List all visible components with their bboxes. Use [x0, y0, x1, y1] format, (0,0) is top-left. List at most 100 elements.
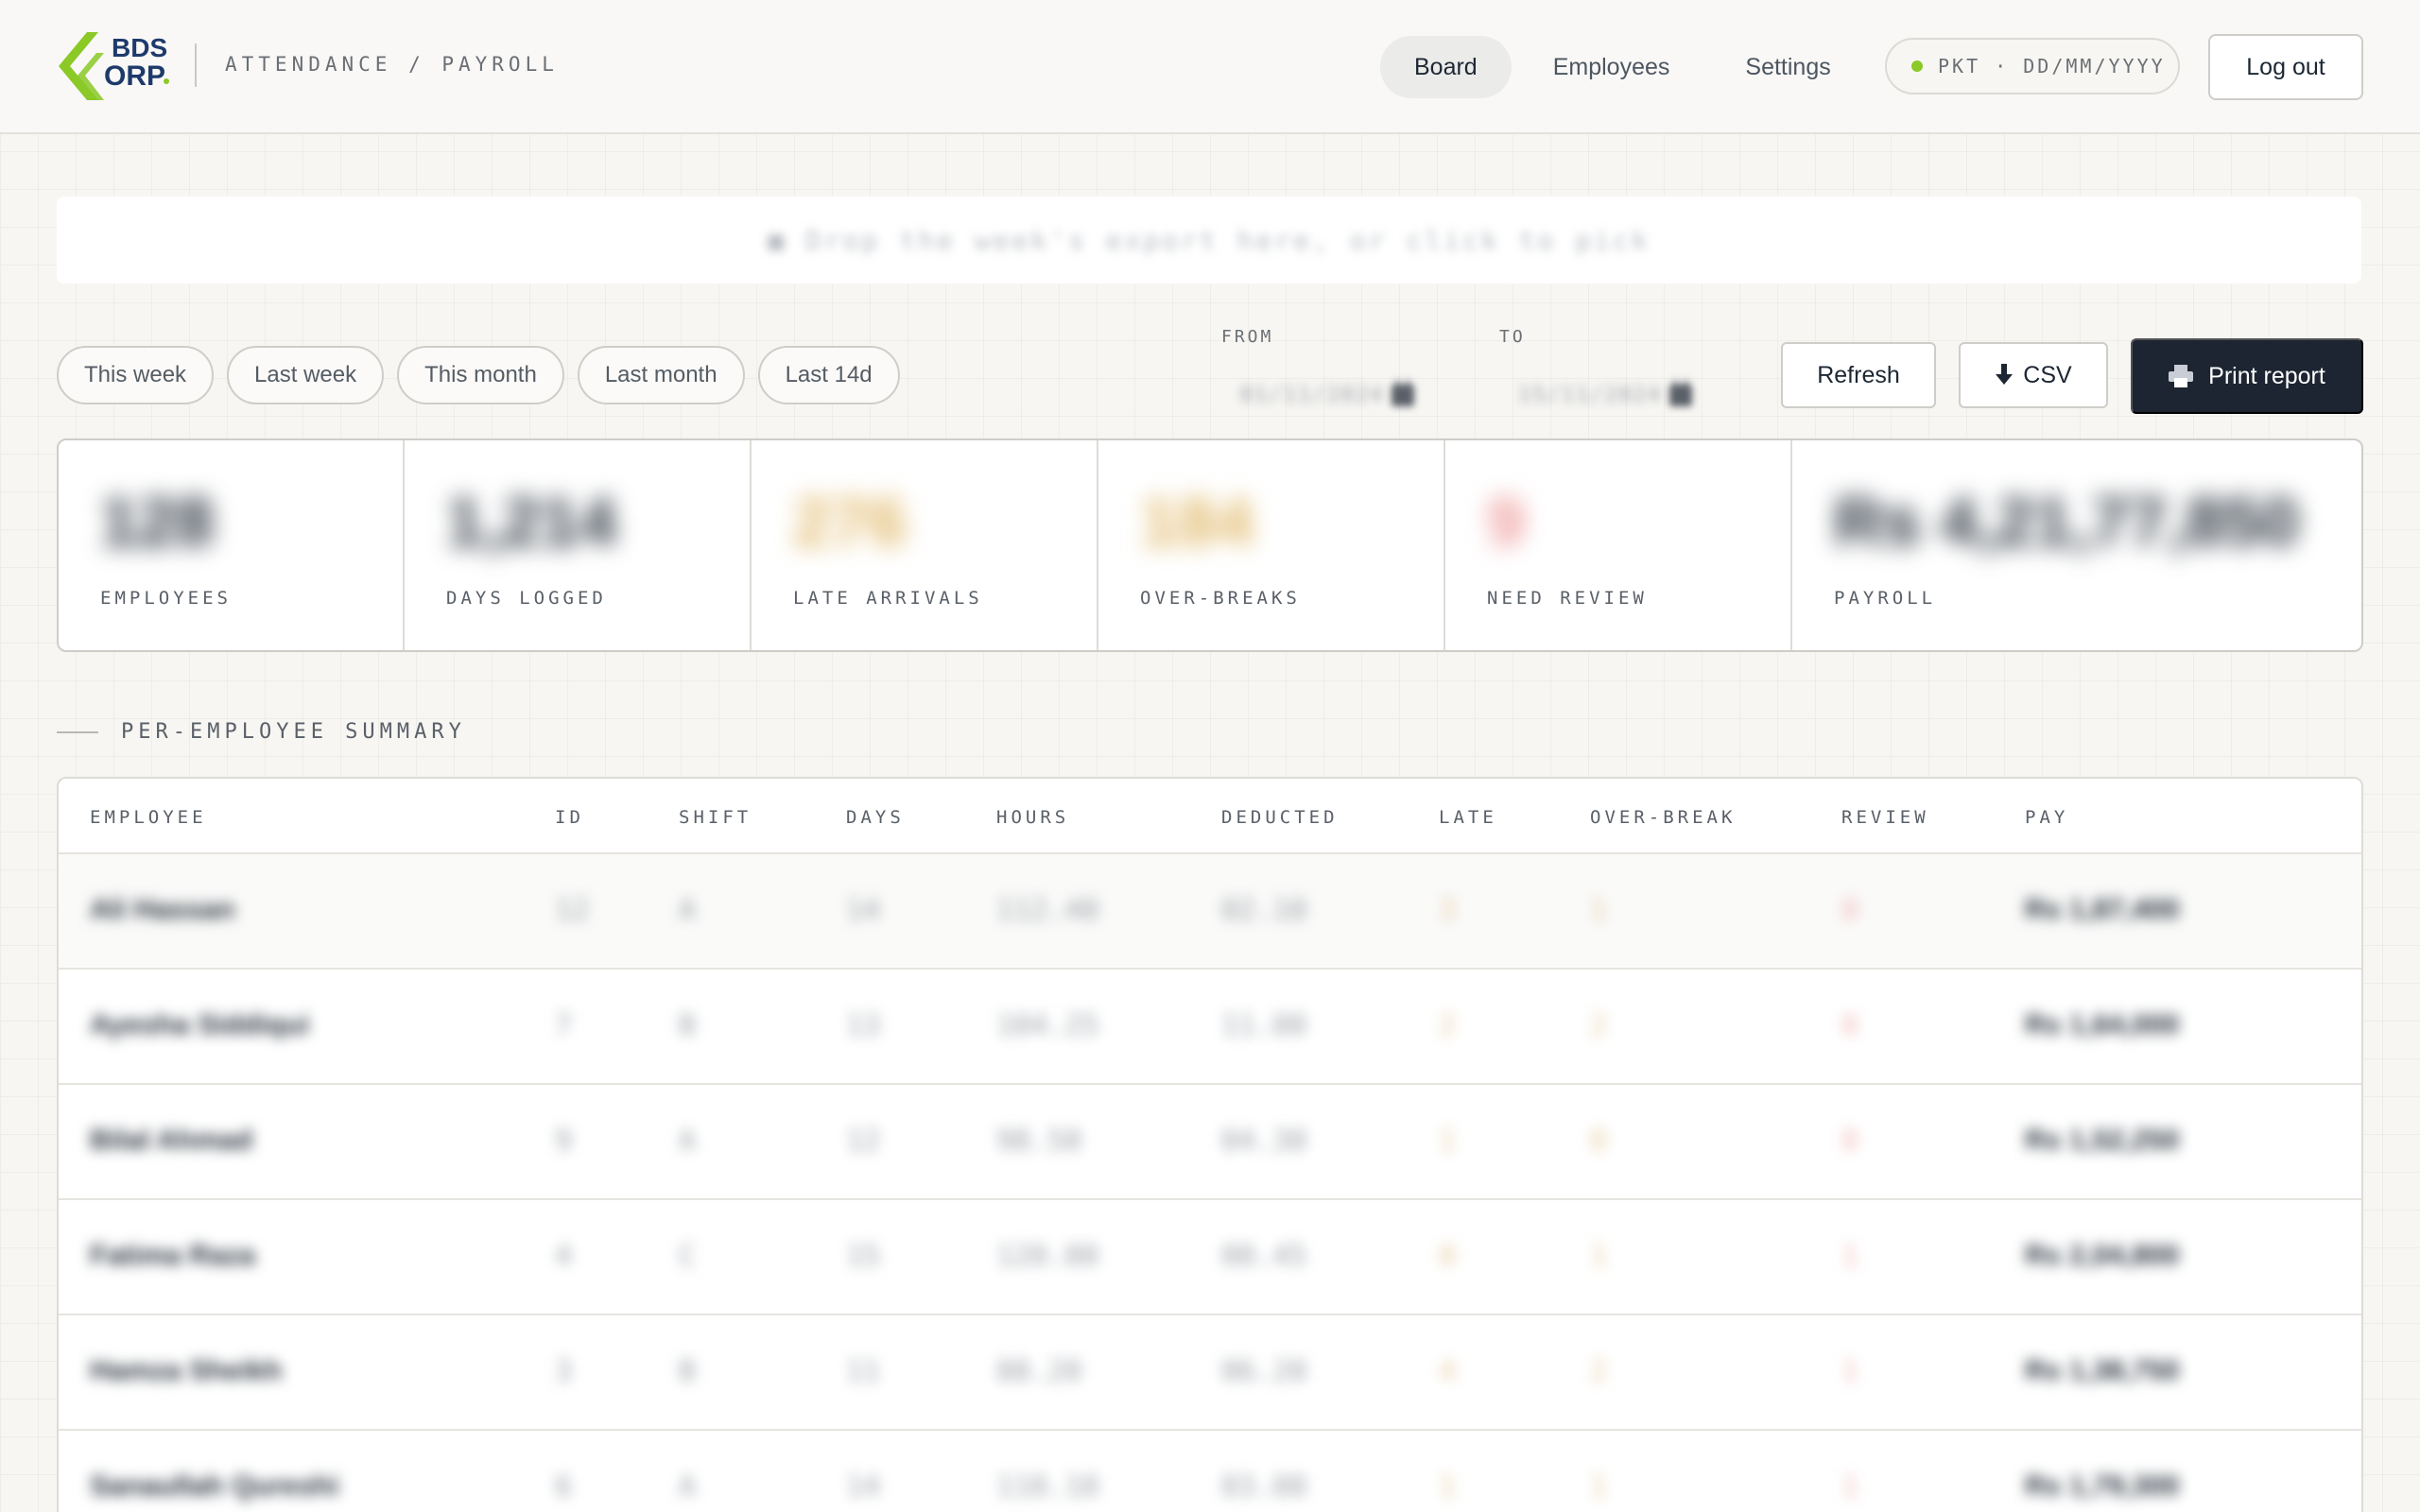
- table-row[interactable]: Ayesha Siddiqui 7 B 13 104.25 11.00 2 2 0 Rs 1,64…: [59, 970, 2361, 1085]
- stat-days-logged: 1,214 DAYS LOGGED: [405, 440, 752, 650]
- cell-shift: A: [679, 1470, 697, 1503]
- cell-hours: 110.10: [996, 1470, 1099, 1503]
- employee-summary-table: EMPLOYEE ID SHIFT DAYS HOURS DEDUCTED LA…: [57, 777, 2363, 1512]
- col-employee[interactable]: EMPLOYEE: [90, 807, 207, 828]
- cell-days: 12: [846, 1125, 881, 1158]
- range-presets: This week Last week This month Last mont…: [57, 346, 900, 404]
- print-report-button[interactable]: Print report: [2131, 338, 2363, 414]
- timezone-text: PKT · DD/MM/YYYY: [1938, 55, 2166, 77]
- cell-late: 4: [1439, 1355, 1457, 1388]
- stat-need-review: 9 NEED REVIEW: [1445, 440, 1792, 650]
- table-header: EMPLOYEE ID SHIFT DAYS HOURS DEDUCTED LA…: [59, 779, 2361, 854]
- stat-late-arrivals-label: LATE ARRIVALS: [793, 588, 983, 609]
- cell-id: 7: [555, 1009, 573, 1042]
- col-days[interactable]: DAYS: [846, 807, 905, 828]
- cell-late: 0: [1439, 1240, 1457, 1273]
- cell-id: 3: [555, 1355, 573, 1388]
- cell-days: 11: [846, 1355, 881, 1388]
- cell-shift: B: [679, 1355, 697, 1388]
- stats-bar: 128 EMPLOYEES 1,214 DAYS LOGGED 276 LATE…: [57, 438, 2363, 652]
- csv-button[interactable]: CSV: [1959, 342, 2108, 408]
- cell-id: 12: [555, 894, 590, 927]
- bds-corp-logo[interactable]: BDS ORP: [55, 28, 176, 104]
- logo-divider: [195, 43, 197, 87]
- logout-button[interactable]: Log out: [2208, 34, 2363, 100]
- cell-hours: 88.20: [996, 1355, 1082, 1388]
- col-review[interactable]: REVIEW: [1841, 807, 1929, 828]
- stat-days-logged-label: DAYS LOGGED: [446, 588, 607, 609]
- cell-review: 0: [1841, 894, 1859, 927]
- cell-over-break: 2: [1590, 1355, 1608, 1388]
- cell-over-break: 2: [1590, 1009, 1608, 1042]
- cell-review: 0: [1841, 1125, 1859, 1158]
- cell-deducted: 06.20: [1221, 1355, 1307, 1388]
- cell-pay: Rs 2,04,800: [2025, 1240, 2180, 1271]
- nav-employees[interactable]: Employees: [1519, 36, 1704, 98]
- table-body: Ali Hassan 12 A 14 112.40 02.10 3 1 0 Rs 1,87,400…: [59, 854, 2361, 1512]
- cell-hours: 120.00: [996, 1240, 1099, 1273]
- stat-employees: 128 EMPLOYEES: [59, 440, 405, 650]
- table-row[interactable]: Sanaullah Qureshi 6 A 14 110.10 03.00 1 1 1 Rs 1,…: [59, 1431, 2361, 1512]
- cell-employee: Ayesha Siddiqui: [90, 1009, 310, 1040]
- cell-employee: Hamza Sheikh: [90, 1355, 283, 1386]
- range-last-month[interactable]: Last month: [577, 346, 745, 404]
- stat-employees-label: EMPLOYEES: [100, 588, 232, 609]
- logo-text-top: BDS: [112, 33, 167, 62]
- cell-pay: Rs 1,38,750: [2025, 1355, 2180, 1386]
- range-last-14d[interactable]: Last 14d: [757, 346, 900, 404]
- stat-over-breaks-label: OVER-BREAKS: [1140, 588, 1301, 609]
- cell-pay: Rs 1,79,300: [2025, 1470, 2180, 1502]
- cell-id: 9: [555, 1125, 573, 1158]
- printer-icon: [2169, 365, 2194, 387]
- range-this-month[interactable]: This month: [397, 346, 564, 404]
- cell-late: 1: [1439, 1470, 1457, 1503]
- nav-board[interactable]: Board: [1380, 36, 1512, 98]
- download-arrow-icon: [1996, 364, 2014, 385]
- timezone-pill: PKT · DD/MM/YYYY: [1885, 38, 2180, 94]
- refresh-button[interactable]: Refresh: [1781, 342, 1936, 408]
- stat-payroll: Rs 4,21,77,850 PAYROLL: [1792, 440, 2361, 650]
- range-this-week[interactable]: This week: [57, 346, 215, 404]
- col-shift[interactable]: SHIFT: [679, 807, 752, 828]
- print-report-label: Print report: [2208, 362, 2325, 389]
- cell-employee: Ali Hassan: [90, 894, 235, 925]
- cell-deducted: 02.10: [1221, 894, 1307, 927]
- table-row[interactable]: Ali Hassan 12 A 14 112.40 02.10 3 1 0 Rs 1,87,400: [59, 854, 2361, 970]
- nav-settings[interactable]: Settings: [1711, 36, 1864, 98]
- cell-id: 6: [555, 1470, 573, 1503]
- upload-dropzone[interactable]: ■ Drop the week's export here, or click …: [57, 197, 2361, 284]
- logo-text-bottom: ORP: [104, 60, 165, 92]
- cell-hours: 104.25: [996, 1009, 1099, 1042]
- col-over-break[interactable]: OVER-BREAK: [1590, 807, 1736, 828]
- from-date-input[interactable]: 01/11/2024: [1221, 367, 1448, 423]
- main-nav: Board Employees Settings: [1380, 36, 1865, 98]
- stat-need-review-value: 9: [1487, 485, 1526, 560]
- cell-review: 1: [1841, 1240, 1859, 1273]
- range-last-week[interactable]: Last week: [227, 346, 385, 404]
- col-deducted[interactable]: DEDUCTED: [1221, 807, 1339, 828]
- cell-deducted: 11.00: [1221, 1009, 1307, 1042]
- calendar-icon: [1669, 380, 1692, 406]
- cell-shift: A: [679, 1125, 697, 1158]
- cell-late: 3: [1439, 894, 1457, 927]
- to-label: TO: [1499, 327, 1526, 347]
- col-late[interactable]: LATE: [1439, 807, 1497, 828]
- section-rule: [57, 731, 98, 733]
- cell-days: 14: [846, 1470, 881, 1503]
- to-date-value: 15/11/2024: [1518, 383, 1663, 407]
- status-dot-icon: [1911, 60, 1923, 72]
- cell-hours: 98.50: [996, 1125, 1082, 1158]
- cell-shift: C: [679, 1240, 697, 1273]
- stat-payroll-label: PAYROLL: [1834, 588, 1937, 609]
- table-row[interactable]: Hamza Sheikh 3 B 11 88.20 06.20 4 2 1 Rs 1,38,750: [59, 1315, 2361, 1431]
- col-id[interactable]: ID: [555, 807, 584, 828]
- table-row[interactable]: Bilal Ahmad 9 A 12 98.50 04.30 1 0 0 Rs 1,52,250: [59, 1085, 2361, 1200]
- from-date-value: 01/11/2024: [1240, 383, 1385, 407]
- cell-deducted: 03.00: [1221, 1470, 1307, 1503]
- table-row[interactable]: Fatima Raza 4 C 15 120.00 00.45 0 1 1 Rs 2,04,800: [59, 1200, 2361, 1315]
- col-pay[interactable]: PAY: [2025, 807, 2068, 828]
- dropzone-text: ■ Drop the week's export here, or click …: [768, 224, 1651, 256]
- col-hours[interactable]: HOURS: [996, 807, 1069, 828]
- to-date-input[interactable]: 15/11/2024: [1499, 367, 1726, 423]
- cell-id: 4: [555, 1240, 573, 1273]
